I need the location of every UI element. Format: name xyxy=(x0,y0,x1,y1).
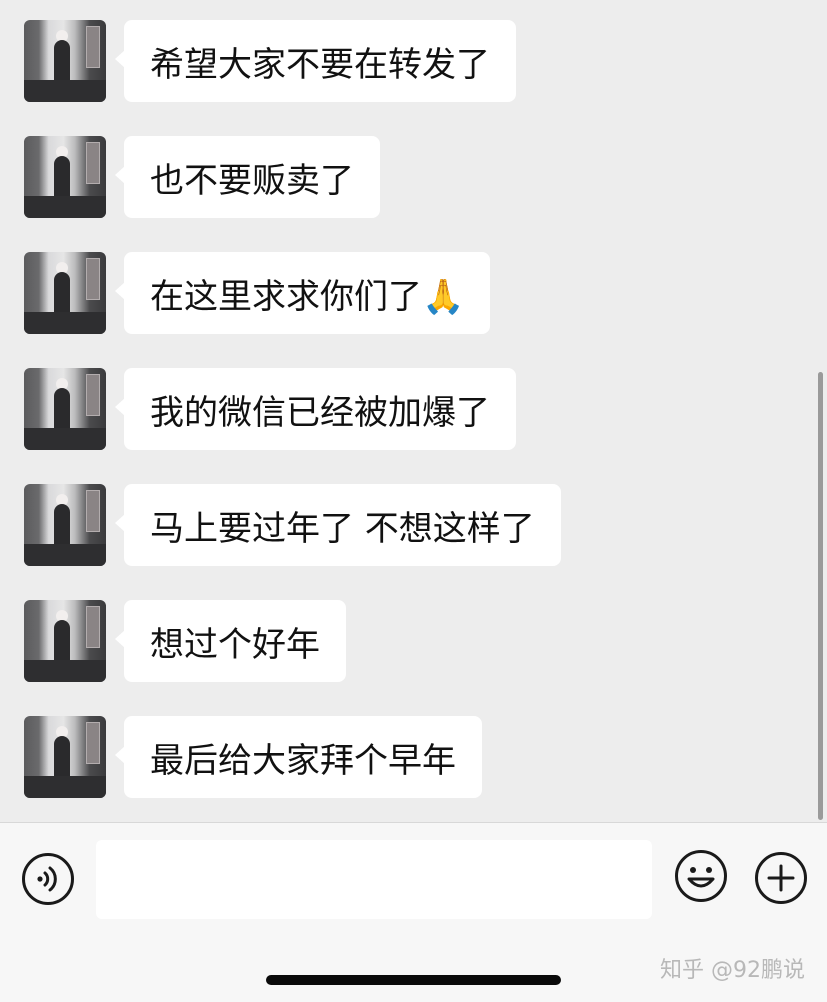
message-row: 想过个好年 xyxy=(24,600,346,682)
message-bubble[interactable]: 想过个好年 xyxy=(115,600,346,682)
emoji-icon xyxy=(675,850,727,902)
message-row: 也不要贩卖了 xyxy=(24,136,380,218)
message-bubble[interactable]: 最后给大家拜个早年 xyxy=(115,716,482,798)
scrollbar[interactable] xyxy=(818,372,823,820)
message-bubble[interactable]: 我的微信已经被加爆了 xyxy=(115,368,516,450)
chat-message-list[interactable]: 希望大家不要在转发了 也不要贩卖了 在这里求求你们了🙏 我的微信已经被加爆了 马… xyxy=(0,0,827,822)
avatar[interactable] xyxy=(24,484,106,566)
avatar[interactable] xyxy=(24,716,106,798)
message-row: 我的微信已经被加爆了 xyxy=(24,368,516,450)
message-row: 希望大家不要在转发了 xyxy=(24,20,516,102)
message-bubble[interactable]: 希望大家不要在转发了 xyxy=(115,20,516,102)
message-row: 最后给大家拜个早年 xyxy=(24,716,482,798)
plus-icon xyxy=(755,852,807,904)
more-button[interactable] xyxy=(754,851,808,905)
voice-button[interactable] xyxy=(22,853,74,905)
message-bubble[interactable]: 在这里求求你们了🙏 xyxy=(114,252,491,334)
message-input[interactable] xyxy=(96,840,652,919)
message-bubble[interactable]: 也不要贩卖了 xyxy=(115,136,380,218)
avatar[interactable] xyxy=(24,600,106,682)
home-indicator[interactable] xyxy=(266,975,561,985)
voice-icon xyxy=(37,866,57,892)
watermark: 知乎 @92鹏说 xyxy=(660,958,805,983)
emoji-button[interactable] xyxy=(674,849,728,903)
avatar[interactable] xyxy=(24,20,106,102)
avatar[interactable] xyxy=(24,136,106,218)
avatar[interactable] xyxy=(24,368,106,450)
message-bubble[interactable]: 马上要过年了 不想这样了 xyxy=(115,484,561,566)
message-row: 马上要过年了 不想这样了 xyxy=(24,484,561,566)
avatar[interactable] xyxy=(24,252,106,334)
message-row: 在这里求求你们了🙏 xyxy=(24,252,491,334)
